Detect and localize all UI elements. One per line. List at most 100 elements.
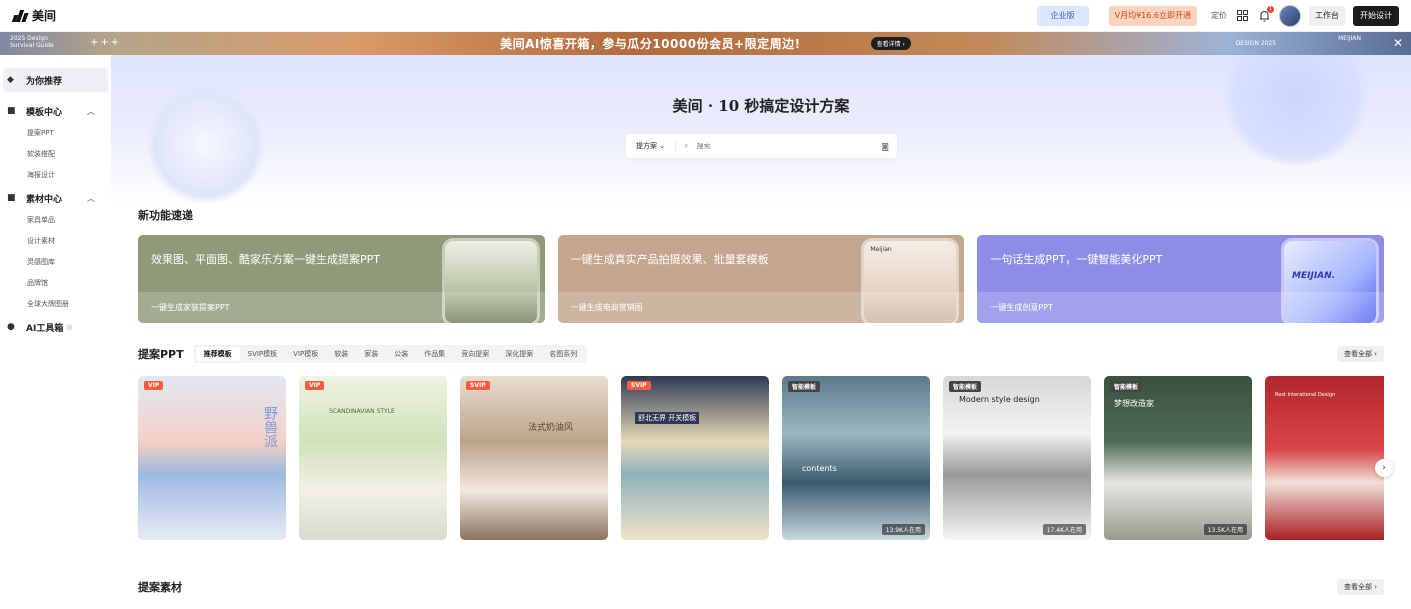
see-all-materials-button[interactable]: 查看全部 › [1336, 579, 1384, 595]
camera-icon[interactable]: ◙ [881, 142, 889, 151]
enterprise-button[interactable]: 企业版 [1036, 5, 1089, 26]
chevron-right-icon[interactable]: › [1375, 459, 1393, 477]
banner-details-button[interactable]: 查看详情 › [870, 37, 911, 50]
card-text: 舒北无界 开关模板 [635, 412, 700, 424]
template-card[interactable]: 智能模板 contents 13.9K人在用 [782, 376, 930, 540]
feature-subtitle: 一键生成电商营销图 [557, 292, 965, 323]
tab-home[interactable]: 家装 [356, 347, 386, 361]
material-icon: ■ [7, 193, 16, 203]
materials-row: 提案素材 查看全部 › [138, 578, 1384, 596]
card-badge: SVIP [466, 381, 490, 390]
proposal-title: 提案PPT [138, 348, 184, 361]
materials-title: 提案素材 [138, 581, 182, 594]
start-design-button[interactable]: 开始设计 [1353, 5, 1399, 26]
template-card[interactable]: VIP SCANDINAVIAN STYLE [299, 376, 447, 540]
sidebar-item-templates[interactable]: ■ 模板中心 ︿ [0, 99, 111, 123]
card-text: 梦想改造家 [1114, 399, 1154, 408]
tab-soft-decor[interactable]: 软装 [326, 347, 356, 361]
feature-card-proposal[interactable]: 效果图、平面图、酷家乐方案一键生成提案PPT 一键生成家装提案PPT [138, 235, 545, 323]
feature-image-label: Meijian [870, 246, 892, 253]
banner-right-text: DESIGN 2025 [1235, 40, 1276, 47]
main-content: 美间 · 10 秒搞定设计方案 提方案 ⌄ ⌕ ◙ 新功能速递 效果图、平面图、… [111, 55, 1411, 609]
tab-portfolio[interactable]: 作品集 [416, 347, 453, 361]
card-usage-count: 13.5K人在用 [1203, 524, 1247, 535]
banner-text: 美间AI惊喜开箱，参与瓜分10000份会员+限定周边! [500, 37, 801, 51]
hero: 美间 · 10 秒搞定设计方案 提方案 ⌄ ⌕ ◙ [111, 55, 1411, 205]
card-badge: VIP [144, 381, 164, 390]
feature-subtitle: 一键生成家装提案PPT [138, 292, 545, 323]
avatar[interactable] [1279, 4, 1301, 27]
sidebar-item-label: AI工具箱 [26, 323, 64, 334]
logo-icon [11, 9, 29, 22]
template-card[interactable]: Rest Interational Design [1265, 376, 1384, 540]
chevron-up-icon[interactable]: ︿ [87, 106, 95, 117]
banner-left-line2: Survival Guide [10, 42, 54, 49]
sidebar-item-recommend[interactable]: ◆ 为你推荐 [3, 68, 108, 92]
tab-svip[interactable]: SVIP模板 [240, 347, 286, 361]
template-card[interactable]: VIP 野兽派 [138, 376, 286, 540]
feature-title: 一句话生成PPT，一键智能美化PPT [990, 253, 1163, 266]
card-text: Rest Interational Design [1275, 392, 1336, 398]
notification-badge: 1 [1267, 5, 1274, 13]
card-text: 野兽派 [262, 406, 278, 448]
sidebar-item-label: 素材中心 [26, 194, 63, 205]
feature-row: 效果图、平面图、酷家乐方案一键生成提案PPT 一键生成家装提案PPT 一键生成真… [138, 235, 1385, 323]
hero-title: 美间 · 10 秒搞定设计方案 [672, 97, 850, 115]
sidebar-sub-soft-decor[interactable]: 软装搭配 [0, 144, 111, 165]
feature-card-creative-ppt[interactable]: 一句话生成PPT，一键智能美化PPT MEIJIAN. 一键生成创意PPT [977, 235, 1385, 323]
feature-card-ecommerce[interactable]: 一键生成真实产品拍摄效果、批量套模板 Meijian 一键生成电商营销图 [557, 235, 965, 323]
tab-vip[interactable]: VIP模板 [285, 347, 326, 361]
sidebar-sub-brands[interactable]: 品牌馆 [0, 273, 111, 294]
logo[interactable]: 美间 [11, 7, 56, 24]
pricing-link[interactable]: 定价 [1211, 10, 1227, 21]
sidebar-item-label: 为你推荐 [26, 76, 63, 87]
card-badge: 智能模板 [788, 381, 821, 392]
sidebar-sub-global-catalogs[interactable]: 全球大牌图册 [0, 294, 111, 315]
banner-left-text: 2025 Design Survival Guide [10, 35, 54, 49]
close-icon[interactable]: ✕ [1393, 36, 1403, 50]
sidebar-sub-poster[interactable]: 海报设计 [0, 165, 111, 186]
workbench-button[interactable]: 工作台 [1309, 5, 1345, 26]
tab-detailed[interactable]: 深化提案 [497, 347, 541, 361]
bell-icon[interactable]: 1 [1257, 5, 1274, 23]
feature-image-label: MEIJIAN. [1292, 271, 1336, 281]
sidebar-item-label: 模板中心 [26, 107, 63, 118]
card-usage-count: 13.9K人在用 [881, 524, 925, 535]
sidebar-sub-proposal-ppt[interactable]: 提案PPT [0, 123, 111, 144]
search-type-select[interactable]: 提方案 ⌄ [626, 139, 677, 153]
vip-button[interactable]: V月均¥16.6立即开通 [1108, 5, 1197, 26]
search-type-label: 提方案 [636, 142, 657, 150]
card-badge: 智能模板 [949, 381, 982, 392]
sidebar-sub-inspiration[interactable]: 灵感图库 [0, 252, 111, 273]
sidebar-sub-furniture[interactable]: 家具单品 [0, 210, 111, 231]
template-icon: ■ [7, 106, 16, 116]
template-card[interactable]: SVIP 法式奶油风 [460, 376, 608, 540]
search-input[interactable] [688, 142, 882, 150]
card-badge: SVIP [627, 381, 651, 390]
sidebar-item-ai-tools[interactable]: ● AI工具箱 ◎ [0, 315, 111, 339]
proposal-tabs-row: 提案PPT 推荐模板 SVIP模板 VIP模板 软装 家装 公装 作品集 竞向提… [138, 345, 1384, 363]
proposal-cards: VIP 野兽派 VIP SCANDINAVIAN STYLE SVIP 法式奶油… [138, 376, 1384, 540]
card-text: Modern style design [959, 395, 1040, 404]
tab-famous-series[interactable]: 名图系列 [541, 347, 585, 361]
template-card[interactable]: SVIP 舒北无界 开关模板 [621, 376, 769, 540]
sidebar-sub-design-material[interactable]: 设计素材 [0, 231, 111, 252]
tab-recommended[interactable]: 推荐模板 [195, 347, 240, 361]
tab-concept[interactable]: 竞向提案 [453, 347, 497, 361]
chevron-up-icon[interactable]: ︿ [87, 193, 95, 204]
see-all-proposal-button[interactable]: 查看全部 › [1336, 346, 1384, 362]
sidebar: ◆ 为你推荐 ■ 模板中心 ︿ 提案PPT 软装搭配 海报设计 ■ 素材中心 ︿… [0, 55, 111, 609]
tab-commercial[interactable]: 公装 [386, 347, 416, 361]
template-card[interactable]: 智能模板 梦想改造家 13.5K人在用 [1104, 376, 1252, 540]
feature-subtitle: 一键生成创意PPT [977, 292, 1385, 323]
feature-title: 一键生成真实产品拍摄效果、批量套模板 [570, 253, 769, 266]
template-card[interactable]: 智能模板 Modern style design 17.4K人在用 [943, 376, 1091, 540]
banner-plus: +++ [90, 37, 122, 48]
grid-apps-icon[interactable] [1235, 9, 1249, 23]
card-usage-count: 17.4K人在用 [1042, 524, 1086, 535]
sidebar-item-materials[interactable]: ■ 素材中心 ︿ [0, 186, 111, 210]
promo-banner[interactable]: 2025 Design Survival Guide +++ 美间AI惊喜开箱，… [0, 32, 1411, 55]
features-title: 新功能速递 [138, 209, 193, 222]
star-icon: ◆ [7, 75, 14, 85]
proposal-tabs: 推荐模板 SVIP模板 VIP模板 软装 家装 公装 作品集 竞向提案 深化提案… [193, 345, 588, 363]
